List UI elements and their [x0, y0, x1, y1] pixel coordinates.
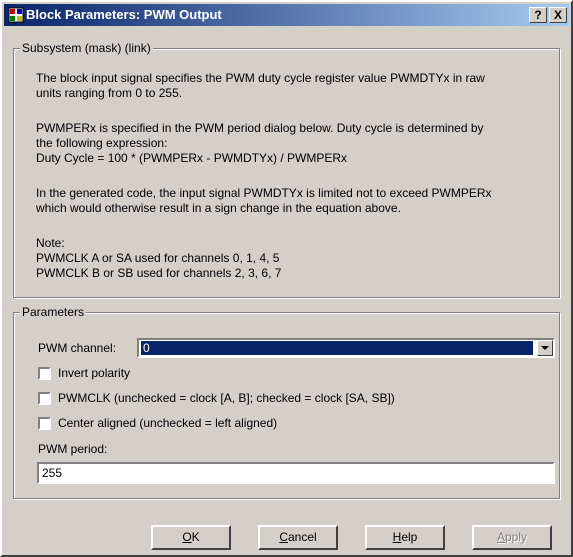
window-title: Block Parameters: PWM Output	[26, 7, 222, 22]
center-aligned-checkbox[interactable]	[38, 417, 51, 430]
description-line: The block input signal specifies the PWM…	[36, 71, 485, 85]
invert-polarity-checkbox[interactable]	[38, 367, 51, 380]
ok-button[interactable]: OK	[151, 525, 231, 550]
invert-polarity-label: Invert polarity	[58, 366, 131, 380]
description-line: units ranging from 0 to 255.	[36, 86, 183, 100]
description-line: In the generated code, the input signal …	[36, 186, 492, 200]
pwm-channel-value: 0	[141, 341, 533, 355]
description-line: Note:	[36, 236, 65, 250]
apply-button[interactable]: Apply	[472, 525, 552, 550]
title-bar[interactable]: Block Parameters: PWM Output ? X	[4, 4, 569, 26]
cancel-button[interactable]: Cancel	[258, 525, 338, 550]
question-icon: ?	[534, 8, 542, 22]
pwm-period-label: PWM period:	[38, 442, 108, 456]
subsystem-legend: Subsystem (mask) (link)	[20, 41, 153, 55]
simulink-block-icon	[8, 7, 24, 23]
pwm-channel-label: PWM channel:	[38, 341, 117, 355]
help-label: elp	[401, 530, 418, 544]
help-button[interactable]: Help	[365, 525, 445, 550]
description-line: which would otherwise result in a sign c…	[36, 201, 401, 215]
close-title-button[interactable]: X	[549, 7, 567, 23]
parameters-legend: Parameters	[20, 305, 87, 319]
cancel-mnemonic: C	[279, 530, 288, 544]
center-aligned-label: Center aligned (unchecked = left aligned…	[58, 416, 278, 430]
dropdown-button[interactable]	[537, 340, 553, 356]
ok-label: K	[191, 530, 200, 544]
apply-label: pply	[505, 530, 528, 544]
ok-mnemonic: O	[182, 530, 192, 544]
cancel-label: ancel	[287, 530, 317, 544]
description-line: the following expression:	[36, 136, 168, 150]
pwmclk-checkbox[interactable]	[38, 392, 51, 405]
close-icon: X	[553, 8, 562, 22]
description-line: PWMCLK A or SA used for channels 0, 1, 4…	[36, 251, 280, 265]
pwm-channel-select[interactable]: 0	[137, 338, 555, 358]
help-title-button[interactable]: ?	[529, 7, 547, 23]
pwm-period-input[interactable]	[39, 464, 553, 482]
description-line: PWMCLK B or SB used for channels 2, 3, 6…	[36, 266, 282, 280]
subsystem-groupbox: Subsystem (mask) (link) The block input …	[13, 41, 560, 298]
description-line: PWMPERx is specified in the PWM period d…	[36, 121, 484, 135]
pwmclk-label: PWMCLK (unchecked = clock [A, B]; checke…	[58, 391, 395, 405]
apply-mnemonic: A	[496, 530, 505, 544]
description-line: Duty Cycle = 100 * (PWMPERx - PWMDTYx) /…	[36, 151, 348, 165]
pwm-period-field[interactable]	[37, 462, 555, 484]
chevron-down-icon	[541, 346, 549, 350]
block-parameters-dialog: Block Parameters: PWM Output ? X Subsyst…	[0, 0, 573, 557]
